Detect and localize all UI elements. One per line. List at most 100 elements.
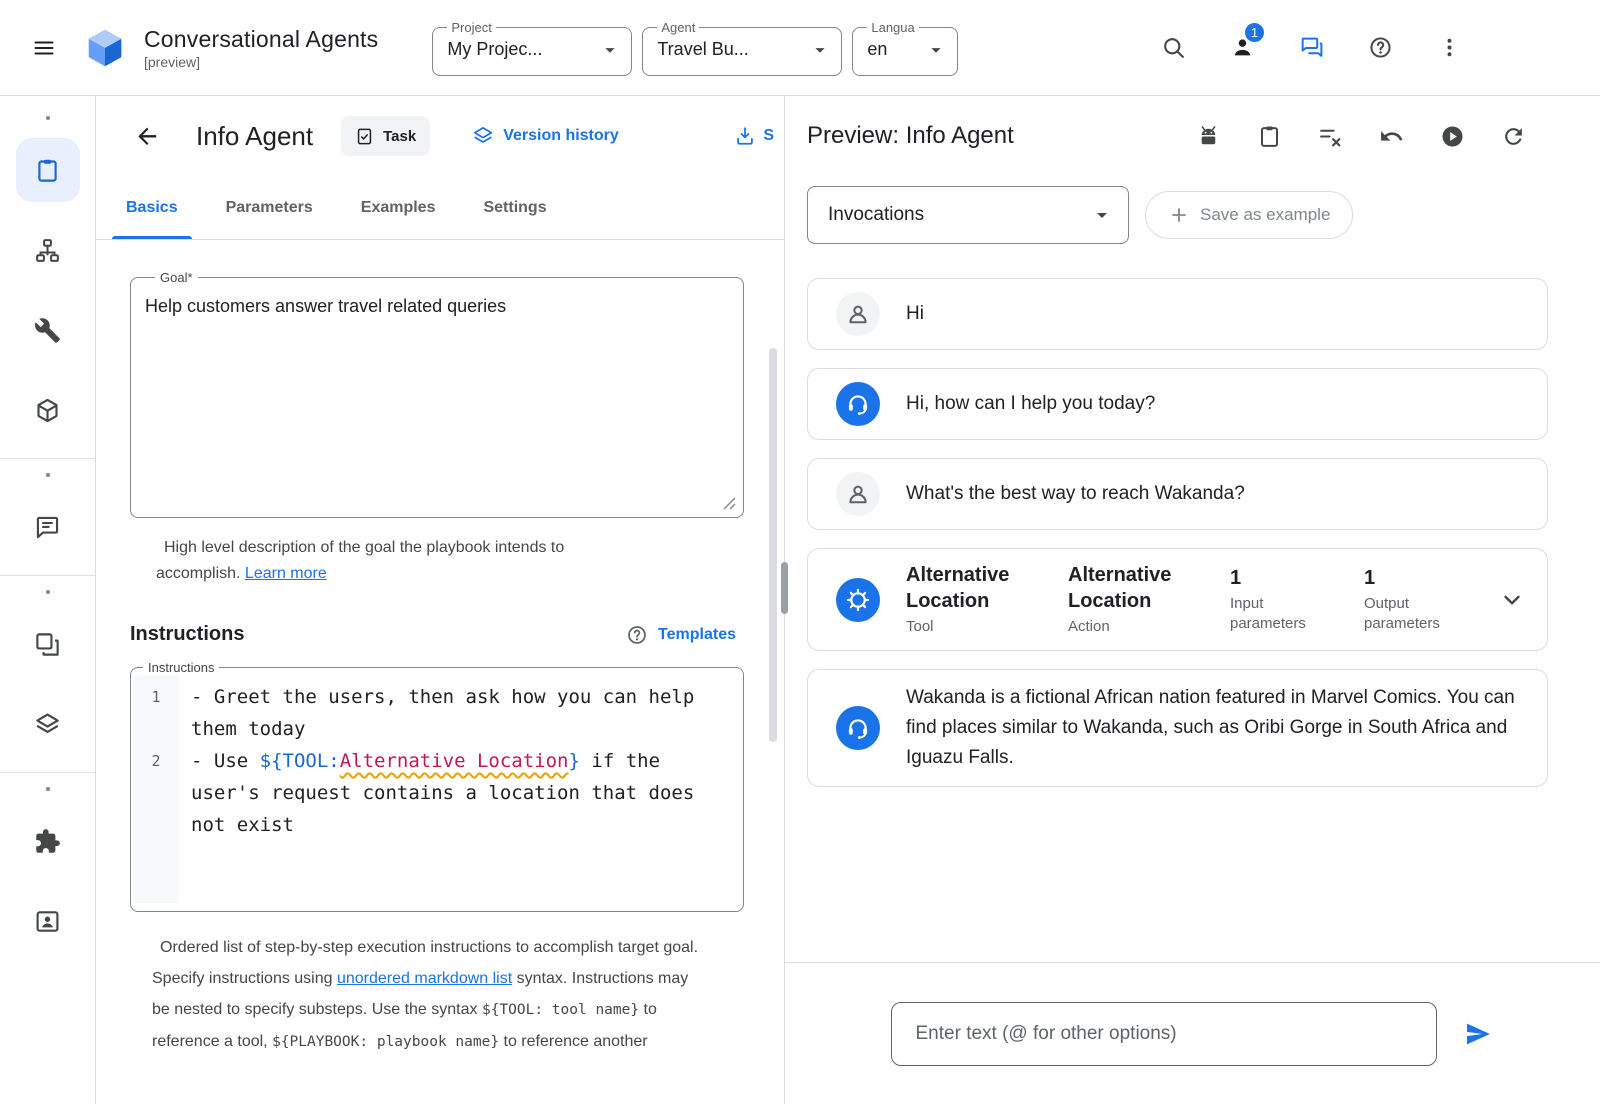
version-history-link[interactable]: Version history	[472, 125, 619, 147]
person-card-icon	[34, 908, 61, 935]
rail-item-chat-bubble[interactable]	[16, 495, 80, 559]
instructions-heading: Instructions	[130, 623, 244, 646]
help-icon	[1368, 35, 1393, 60]
rail-item-wrench[interactable]	[16, 298, 80, 362]
tab-parameters[interactable]: Parameters	[202, 176, 337, 239]
chevron-down-icon	[1090, 203, 1114, 227]
rail-divider	[0, 772, 95, 773]
sitemap-icon	[34, 237, 61, 264]
debug-button[interactable]	[1194, 122, 1223, 151]
rail-item-person-card[interactable]	[16, 889, 80, 953]
back-arrow-icon	[134, 123, 160, 149]
invocations-select[interactable]: Invocations	[807, 186, 1129, 244]
notification-badge: 1	[1242, 20, 1267, 45]
chevron-down-icon	[599, 39, 621, 61]
conversation-messages: HiHi, how can I help you today?What's th…	[785, 260, 1600, 962]
code-line[interactable]: 2- Use ${TOOL:Alternative Location} if t…	[133, 745, 741, 841]
save-as-example-button[interactable]: Save as example	[1145, 191, 1353, 239]
wrench-icon	[34, 317, 61, 344]
code-text: - Use ${TOOL:Alternative Location} if th…	[179, 745, 741, 841]
inline-link[interactable]: unordered markdown list	[337, 970, 512, 987]
templates-link[interactable]: Templates	[626, 624, 736, 646]
rail-item-clipboard[interactable]	[16, 138, 80, 202]
send-button[interactable]	[1461, 1017, 1495, 1051]
preview-input-bar	[785, 962, 1600, 1104]
templates-label: Templates	[658, 626, 736, 644]
rail-item-windows[interactable]	[16, 612, 80, 676]
language-select[interactable]: Langua en	[852, 20, 958, 76]
chat-input[interactable]	[891, 1002, 1437, 1066]
save-button[interactable]: S	[734, 125, 774, 147]
more-options-button[interactable]	[1435, 33, 1464, 62]
tool-col-label: Output parameters	[1364, 594, 1472, 634]
tab-settings[interactable]: Settings	[459, 176, 570, 239]
clipboard-icon	[34, 157, 61, 184]
copy-conversation-button[interactable]	[1255, 122, 1284, 151]
resize-handle[interactable]	[723, 497, 736, 510]
agent-select[interactable]: Agent Travel Bu...	[642, 20, 842, 76]
clear-list-icon	[1318, 124, 1343, 149]
preview-header: Preview: Info Agent	[785, 96, 1600, 176]
search-icon	[1161, 35, 1186, 60]
restart-button[interactable]	[1499, 122, 1528, 151]
scrollbar-thumb[interactable]	[769, 348, 777, 742]
play-icon	[1440, 124, 1465, 149]
code-line[interactable]: 1- Greet the users, then ask how you can…	[133, 681, 741, 745]
rail-section-dot	[46, 590, 50, 594]
preview-panel: Preview: Info Agent Invocations Save as …	[785, 96, 1600, 1104]
chevron-down-icon[interactable]	[1498, 586, 1526, 614]
tool-col-value: Alternative Location	[1068, 562, 1204, 614]
notifications-button[interactable]: 1	[1228, 33, 1257, 62]
task-chip[interactable]: Task	[341, 116, 430, 156]
tab-examples[interactable]: Examples	[337, 176, 460, 239]
task-doc-icon	[355, 127, 374, 146]
app-subtitle: [preview]	[144, 54, 378, 70]
rail-item-layers[interactable]	[16, 692, 80, 756]
preview-title: Preview: Info Agent	[807, 122, 1014, 150]
goal-textarea[interactable]: Help customers answer travel related que…	[145, 289, 729, 320]
left-icon-rail	[0, 96, 96, 1104]
search-button[interactable]	[1159, 33, 1188, 62]
chat-feedback-button[interactable]	[1297, 33, 1326, 62]
help-button[interactable]	[1366, 33, 1395, 62]
clipboard-icon	[1257, 124, 1282, 149]
tool-col-label: Tool	[906, 617, 1042, 637]
clear-conversation-button[interactable]	[1316, 122, 1345, 151]
topbar: Conversational Agents [preview] Project …	[0, 0, 1600, 96]
play-button[interactable]	[1438, 122, 1467, 151]
agent-avatar	[836, 706, 880, 750]
tool-call-columns: Alternative LocationToolAlternative Loca…	[906, 562, 1472, 637]
instructions-header: Instructions Templates	[130, 623, 744, 646]
headset-icon	[845, 715, 871, 741]
back-button[interactable]	[132, 121, 162, 151]
panel-resize-handle[interactable]	[781, 562, 788, 614]
editor-tabs: BasicsParametersExamplesSettings	[96, 176, 784, 240]
puzzle-icon	[34, 828, 61, 855]
project-select[interactable]: Project My Projec...	[432, 20, 632, 76]
tool-col: 1Input parameters	[1230, 565, 1338, 634]
rail-item-package[interactable]	[16, 378, 80, 442]
rail-item-puzzle[interactable]	[16, 809, 80, 873]
rail-section-dot	[46, 473, 50, 477]
goal-field-label: Goal*	[155, 270, 198, 285]
plus-icon	[1168, 204, 1190, 226]
inline-code: ${PLAYBOOK: playbook name}	[272, 1034, 499, 1050]
goal-field: Goal* Help customers answer travel relat…	[130, 270, 744, 518]
instructions-code-editor[interactable]: 1- Greet the users, then ask how you can…	[133, 675, 741, 903]
rail-item-sitemap[interactable]	[16, 218, 80, 282]
undo-button[interactable]	[1377, 122, 1406, 151]
tab-basics[interactable]: Basics	[102, 176, 202, 239]
rail-section-dot	[46, 116, 50, 120]
editor-header: Info Agent Task Version history S	[96, 96, 784, 176]
chat-message-user: Hi	[807, 278, 1548, 350]
preview-actions	[1194, 122, 1528, 151]
line-number: 1	[133, 681, 179, 745]
hamburger-menu-button[interactable]	[30, 34, 58, 62]
refresh-icon	[1501, 124, 1526, 149]
tool-col-value: 1	[1364, 565, 1472, 591]
tool-col: Alternative LocationTool	[906, 562, 1042, 637]
chat-message-agent: Hi, how can I help you today?	[807, 368, 1548, 440]
instructions-helper-text: Ordered list of step-by-step execution i…	[130, 912, 700, 1058]
inline-link[interactable]: Learn more	[245, 565, 327, 582]
chevron-down-icon	[925, 39, 947, 61]
